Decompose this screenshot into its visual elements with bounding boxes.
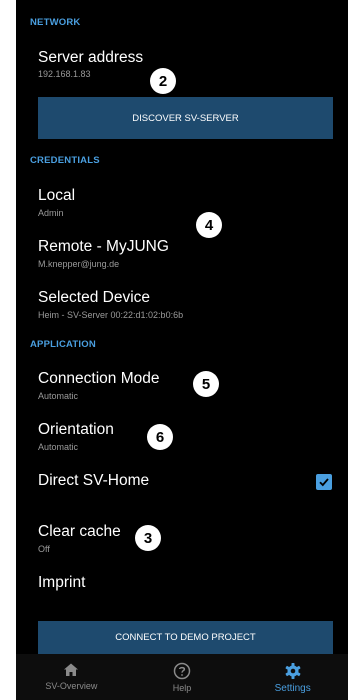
nav-settings[interactable]: Settings	[237, 654, 348, 700]
nav-help-label: Help	[172, 683, 192, 693]
direct-sv-home-title: Direct SV-Home	[38, 472, 150, 489]
section-header-credentials: CREDENTIALS	[30, 155, 100, 166]
server-address-value: 192.168.1.83	[38, 69, 91, 79]
remote-title: Remote - MyJUNG	[38, 238, 169, 255]
settings-screen: NETWORK Server address 192.168.1.83 2 DI…	[16, 0, 348, 700]
connect-demo-project-button[interactable]: CONNECT TO DEMO PROJECT	[38, 621, 333, 654]
imprint-title: Imprint	[38, 574, 86, 591]
bottom-navigation: SV-Overview Help Settings	[16, 654, 348, 700]
orientation-item[interactable]: Orientation Automatic	[38, 421, 348, 452]
home-icon	[64, 663, 79, 676]
local-title: Local	[38, 187, 76, 204]
checkmark-icon	[319, 478, 329, 487]
discover-sv-server-button[interactable]: DISCOVER SV-SERVER	[38, 97, 333, 139]
nav-sv-overview-label: SV-Overview	[45, 681, 98, 691]
section-header-application: APPLICATION	[30, 339, 96, 350]
gear-icon	[285, 663, 301, 679]
remote-myjung-item[interactable]: Remote - MyJUNG M.knepper@jung.de	[38, 238, 348, 269]
imprint-item[interactable]: Imprint	[38, 574, 348, 592]
nav-settings-label: Settings	[274, 683, 311, 694]
direct-sv-home-checkbox[interactable]	[316, 474, 332, 490]
clear-cache-value: Off	[38, 544, 50, 554]
annotation-badge-2: 2	[150, 68, 176, 94]
server-address-item[interactable]: Server address 192.168.1.83	[38, 49, 348, 79]
remote-value: M.knepper@jung.de	[38, 259, 120, 269]
selected-device-title: Selected Device	[38, 289, 151, 306]
annotation-badge-5: 5	[193, 371, 219, 397]
local-value: Admin	[38, 208, 64, 218]
direct-sv-home-item[interactable]: Direct SV-Home	[38, 472, 348, 490]
orientation-title: Orientation	[38, 421, 114, 438]
selected-device-item[interactable]: Selected Device Heim - SV-Server 00:22:d…	[38, 289, 348, 320]
clear-cache-title: Clear cache	[38, 523, 121, 540]
selected-device-value: Heim - SV-Server 00:22:d1:02:b0:6b	[38, 310, 184, 320]
clear-cache-item[interactable]: Clear cache Off	[38, 523, 348, 554]
annotation-badge-6: 6	[147, 424, 173, 450]
nav-help[interactable]: Help	[127, 654, 238, 700]
connection-mode-value: Automatic	[38, 391, 79, 401]
section-header-network: NETWORK	[30, 17, 81, 28]
nav-sv-overview[interactable]: SV-Overview	[16, 654, 127, 700]
local-credentials-item[interactable]: Local Admin	[38, 187, 348, 218]
server-address-title: Server address	[38, 49, 144, 66]
help-icon	[173, 662, 191, 680]
annotation-badge-3: 3	[135, 525, 161, 551]
orientation-value: Automatic	[38, 442, 79, 452]
annotation-badge-4: 4	[196, 212, 222, 238]
